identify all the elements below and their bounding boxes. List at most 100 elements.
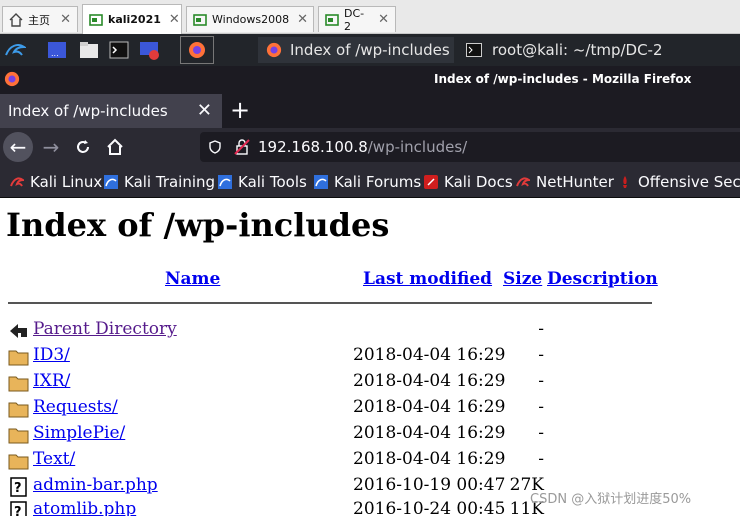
row-date: 2018-04-04 16:29 [353,423,506,443]
row-date: 2018-04-04 16:29 [353,449,506,469]
listing-row: Text/ 2018-04-04 16:29 - [0,448,740,474]
column-header-name[interactable]: Name [165,269,220,289]
svg-text:?: ? [14,505,22,516]
listing-link[interactable]: IXR/ [33,371,70,391]
new-tab-button[interactable]: + [230,96,250,124]
bookmark-label: Kali Docs [444,173,513,191]
vm-tab-label: kali2021 [108,13,161,26]
forward-button[interactable]: → [36,132,66,162]
watermark: CSDN @入狱计划进度50% [530,492,692,507]
column-header-size[interactable]: Size [503,269,542,289]
bookmark-label: Offensive Security [638,173,740,191]
listing-row: Requests/ 2018-04-04 16:29 - [0,396,740,422]
home-button[interactable] [100,132,130,162]
taskbar-window-terminal[interactable]: root@kali: ~/tmp/DC-2 [458,37,740,63]
terminal-icon [466,43,482,57]
bookmark-kali-forums[interactable]: Kali Forums [314,173,421,191]
row-date: 2016-10-24 00:45 [353,499,506,516]
firefox-icon [266,42,282,58]
bookmark-nethunter[interactable]: NetHunter [516,173,614,191]
listing-row: SimplePie/ 2018-04-04 16:29 - [0,422,740,448]
close-tab-icon[interactable]: ✕ [197,100,212,121]
row-size: - [538,345,544,365]
browser-tab-active[interactable]: Index of /wp-includes ✕ [0,94,222,128]
firefox-launcher-icon[interactable] [180,36,214,64]
terminal-icon[interactable] [108,39,130,61]
listing-link[interactable]: Text/ [33,449,75,469]
row-date: 2018-04-04 16:29 [353,397,506,417]
vm-tab-label: 主页 [28,13,50,27]
folder-icon [8,451,30,471]
row-size: - [538,449,544,469]
taskbar-window-firefox[interactable]: Index of /wp-includes - ... [258,37,454,63]
vm-tab-dc2[interactable]: DC-2 ✕ [318,6,396,33]
file-manager-icon[interactable] [78,39,100,61]
close-icon[interactable]: ✕ [52,12,71,27]
page-content: Index of /wp-includes Name Last modified… [0,198,740,516]
kali-menu-icon[interactable] [4,39,28,61]
bookmark-label: Kali Forums [334,173,422,191]
unknown-file-icon: ? [8,477,30,497]
vm-tab-strip: 主页 ✕ kali2021 ✕ Windows2008 ✕ DC-2 ✕ [0,0,740,34]
window-title: Index of /wp-includes - Mozilla Firefox [434,72,692,86]
header-divider [8,302,652,304]
url-bar[interactable]: 192.168.100.8/wp-includes/ [200,132,740,162]
bookmark-kali-tools[interactable]: Kali Tools [218,173,307,191]
bookmark-label: Kali Tools [238,173,307,191]
bookmark-label: NetHunter [536,173,614,191]
back-button[interactable]: ← [3,132,33,162]
unknown-file-icon: ? [8,501,30,516]
svg-text:...: ... [51,49,59,58]
listing-row: IXR/ 2018-04-04 16:29 - [0,370,740,396]
firefox-titlebar: Index of /wp-includes - Mozilla Firefox [0,66,740,92]
url-path: /wp-includes/ [367,138,468,156]
browser-tab-title: Index of /wp-includes [8,102,168,120]
row-date: 2018-04-04 16:29 [353,345,506,365]
page-title: Index of /wp-includes [6,206,390,244]
column-header-last-modified[interactable]: Last modified [363,269,492,289]
row-size: - [538,423,544,443]
close-icon[interactable]: ✕ [289,12,308,27]
insecure-lock-icon[interactable] [234,139,250,155]
reload-button[interactable] [68,132,98,162]
bookmark-label: Kali Training [124,173,216,191]
vm-icon [325,13,339,27]
listing-link[interactable]: atomlib.php [33,499,136,516]
home-icon [9,12,23,27]
bookmark-kali-linux[interactable]: Kali Linux [10,173,102,191]
column-header-description[interactable]: Description [547,269,658,289]
home-icon [107,138,123,155]
parent-directory-link[interactable]: Parent Directory [33,319,177,339]
listing-link[interactable]: ID3/ [33,345,70,365]
back-icon [8,321,30,341]
vm-tab-kali2021[interactable]: kali2021 ✕ [82,4,182,34]
shield-icon[interactable] [208,140,222,154]
listing-link[interactable]: SimplePie/ [33,423,125,443]
workspace-icon[interactable]: ... [46,39,68,61]
nethunter-icon [516,175,533,189]
vm-tab-label: Windows2008 [212,13,290,26]
firefox-icon [4,71,20,87]
folder-icon [8,347,30,367]
navigation-toolbar: ← → 192.168.100.8/wp-includes/ [0,128,740,166]
bookmark-offensive-security[interactable]: Offensive Security [618,173,740,191]
taskbar-window-label: Index of /wp-includes - ... [290,41,454,59]
row-size: - [538,319,544,339]
close-icon[interactable]: ✕ [161,12,180,27]
kali-bookmark-icon [218,175,232,189]
reload-icon [77,140,89,153]
listing-link[interactable]: Requests/ [33,397,118,417]
folder-icon [8,373,30,393]
close-icon[interactable]: ✕ [370,12,389,27]
vm-icon [89,13,103,27]
screen-recorder-icon[interactable] [138,39,160,61]
url-host: 192.168.100.8 [258,138,368,156]
vm-tab-windows2008[interactable]: Windows2008 ✕ [186,6,314,32]
row-size: - [538,397,544,417]
listing-link[interactable]: admin-bar.php [33,475,158,495]
row-date: 2016-10-19 00:47 [353,475,506,495]
bookmark-kali-training[interactable]: Kali Training [104,173,215,191]
vm-tab-home[interactable]: 主页 ✕ [2,6,78,32]
kali-taskbar: ... Index of /wp-includes - ... root@kal… [0,34,740,66]
bookmark-kali-docs[interactable]: Kali Docs [424,173,513,191]
